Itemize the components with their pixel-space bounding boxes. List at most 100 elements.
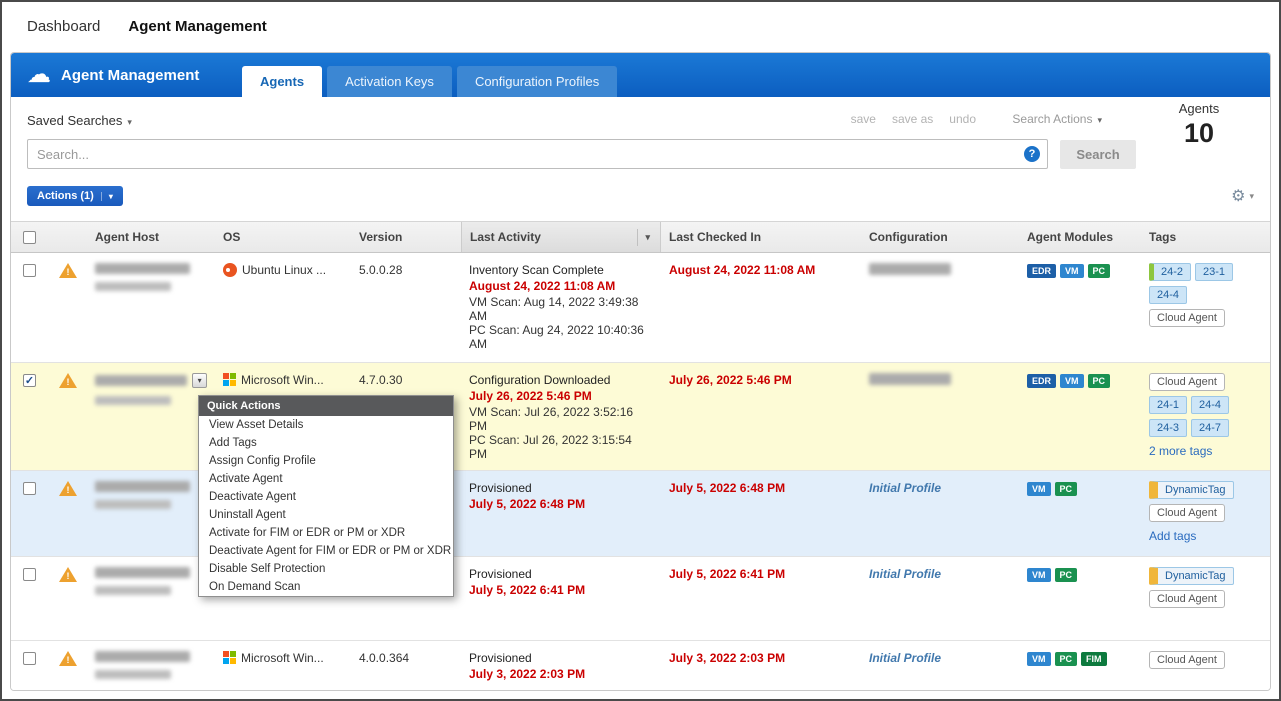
tag[interactable]: 24-7	[1191, 419, 1229, 437]
agent-host-cell[interactable]	[87, 263, 215, 294]
row-select-cell	[11, 263, 51, 277]
saved-searches-dropdown[interactable]: Saved Searches▾	[27, 113, 132, 128]
row-checkbox[interactable]	[23, 652, 36, 665]
warning-cell: !	[51, 373, 87, 388]
last-checked-in: July 5, 2022 6:48 PM	[661, 481, 861, 495]
save-link[interactable]: save	[851, 112, 876, 126]
quick-actions-menu: Quick ActionsView Asset DetailsAdd TagsA…	[198, 395, 454, 597]
module-badge-vm: VM	[1027, 568, 1051, 582]
tag[interactable]: Cloud Agent	[1149, 651, 1225, 669]
configuration-cell: Initial Profile	[861, 651, 1019, 665]
tab-configuration-profiles[interactable]: Configuration Profiles	[457, 66, 617, 97]
agent-modules-cell: EDRVMPC	[1019, 373, 1141, 388]
column-agent-host[interactable]: Agent Host	[87, 230, 215, 244]
undo-link[interactable]: undo	[949, 112, 976, 126]
windows-os-icon	[223, 373, 236, 386]
menu-item-on-demand-scan[interactable]: On Demand Scan	[199, 578, 453, 596]
chevron-down-icon: ▾	[1097, 115, 1102, 125]
save-as-link[interactable]: save as	[892, 112, 933, 126]
menu-item-disable-self-protection[interactable]: Disable Self Protection	[199, 560, 453, 578]
last-activity-date: July 26, 2022 5:46 PM	[469, 389, 653, 403]
warning-cell: !	[51, 567, 87, 582]
menu-item-add-tags[interactable]: Add Tags	[199, 434, 453, 452]
scan-detail: VM Scan: Jul 26, 2022 3:52:16 PM	[469, 405, 653, 433]
row-checkbox[interactable]: ✓	[23, 374, 36, 387]
quick-actions-button[interactable]: ▾	[192, 373, 207, 388]
menu-item-activate-agent[interactable]: Activate Agent	[199, 470, 453, 488]
configuration-profile[interactable]: Initial Profile	[869, 651, 941, 665]
module-badge-pc: PC	[1088, 264, 1111, 278]
redacted-host-detail	[95, 586, 171, 595]
last-activity-title: Provisioned	[469, 651, 653, 665]
last-activity-date: August 24, 2022 11:08 AM	[469, 279, 653, 293]
tag[interactable]: 23-1	[1195, 263, 1233, 281]
chevron-down-icon[interactable]: ▾	[1249, 191, 1254, 202]
column-tags[interactable]: Tags	[1141, 230, 1270, 244]
row-checkbox[interactable]	[23, 482, 36, 495]
header-tabs: AgentsActivation KeysConfiguration Profi…	[242, 66, 617, 97]
column-last-activity-label: Last Activity	[470, 230, 541, 244]
redacted-host-name	[95, 481, 190, 492]
help-icon[interactable]: ?	[1024, 146, 1040, 162]
tag[interactable]: 24-4	[1149, 286, 1187, 304]
menu-item-deactivate-agent[interactable]: Deactivate Agent	[199, 488, 453, 506]
actions-button-label: Actions (1)	[37, 190, 94, 202]
menu-item-assign-config-profile[interactable]: Assign Config Profile	[199, 452, 453, 470]
column-version[interactable]: Version	[351, 230, 461, 244]
sort-dropdown-icon[interactable]: ▾	[637, 229, 652, 246]
column-last-activity[interactable]: Last Activity ▾	[461, 222, 661, 252]
page: DashboardAgent Management ☁ Agent Manage…	[0, 0, 1281, 701]
quick-actions-title: Quick Actions	[199, 396, 453, 416]
tag[interactable]: 24-3	[1149, 419, 1187, 437]
nav-dashboard[interactable]: Dashboard	[27, 18, 100, 35]
module-badge-vm: VM	[1027, 482, 1051, 496]
menu-item-deactivate-agent-for-fim-or-edr-or-pm-or-xdr[interactable]: Deactivate Agent for FIM or EDR or PM or…	[199, 542, 453, 560]
column-os[interactable]: OS	[215, 230, 351, 244]
tag[interactable]: DynamicTag	[1149, 481, 1234, 499]
menu-item-activate-for-fim-or-edr-or-pm-or-xdr[interactable]: Activate for FIM or EDR or PM or XDR	[199, 524, 453, 542]
tag[interactable]: Cloud Agent	[1149, 590, 1225, 608]
tag[interactable]: DynamicTag	[1149, 567, 1234, 585]
configuration-cell: Initial Profile	[861, 481, 1019, 495]
gear-icon[interactable]: ⚙	[1231, 186, 1245, 206]
row-checkbox[interactable]	[23, 568, 36, 581]
column-last-checked-in[interactable]: Last Checked In	[661, 230, 861, 244]
menu-item-view-asset-details[interactable]: View Asset Details	[199, 416, 453, 434]
select-all-checkbox[interactable]	[23, 231, 36, 244]
module-badge-vm: VM	[1060, 264, 1084, 278]
last-activity-cell: ProvisionedJuly 5, 2022 6:48 PM	[461, 481, 661, 513]
menu-item-uninstall-agent[interactable]: Uninstall Agent	[199, 506, 453, 524]
configuration-profile[interactable]: Initial Profile	[869, 481, 941, 495]
tag[interactable]: 24-1	[1149, 396, 1187, 414]
tag[interactable]: 24-2	[1149, 263, 1191, 281]
agent-host-cell[interactable]: ▾	[87, 373, 215, 408]
tab-activation-keys[interactable]: Activation Keys	[327, 66, 452, 97]
scan-detail: VM Scan: Aug 14, 2022 3:49:38 AM	[469, 295, 653, 323]
tag[interactable]: 24-4	[1191, 396, 1229, 414]
search-actions-dropdown[interactable]: Search Actions▾	[1012, 112, 1102, 126]
agent-host-cell[interactable]	[87, 567, 215, 598]
tag[interactable]: Cloud Agent	[1149, 309, 1225, 327]
column-agent-modules[interactable]: Agent Modules	[1019, 230, 1141, 244]
tags-link[interactable]: 2 more tags	[1149, 445, 1262, 457]
last-activity-title: Provisioned	[469, 567, 653, 581]
tag[interactable]: Cloud Agent	[1149, 373, 1225, 391]
actions-button[interactable]: Actions (1)▾	[27, 186, 123, 206]
table-header: Agent Host OS Version Last Activity ▾ Las…	[11, 221, 1270, 253]
column-configuration[interactable]: Configuration	[861, 230, 1019, 244]
agent-version: 4.0.0.364	[351, 651, 461, 665]
last-activity-date: July 5, 2022 6:41 PM	[469, 583, 653, 597]
tag[interactable]: Cloud Agent	[1149, 504, 1225, 522]
agent-host-cell[interactable]	[87, 651, 215, 682]
agent-host-cell[interactable]	[87, 481, 215, 512]
configuration-profile[interactable]: Initial Profile	[869, 567, 941, 581]
module-badge-pc: PC	[1088, 374, 1111, 388]
nav-agent-management[interactable]: Agent Management	[128, 18, 266, 35]
cloud-agent-icon: ☁	[27, 63, 51, 87]
search-button[interactable]: Search	[1060, 140, 1136, 169]
tab-agents[interactable]: Agents	[242, 66, 322, 97]
search-input[interactable]	[27, 139, 1048, 169]
tags-link[interactable]: Add tags	[1149, 530, 1262, 542]
last-activity-title: Inventory Scan Complete	[469, 263, 653, 277]
row-checkbox[interactable]	[23, 264, 36, 277]
